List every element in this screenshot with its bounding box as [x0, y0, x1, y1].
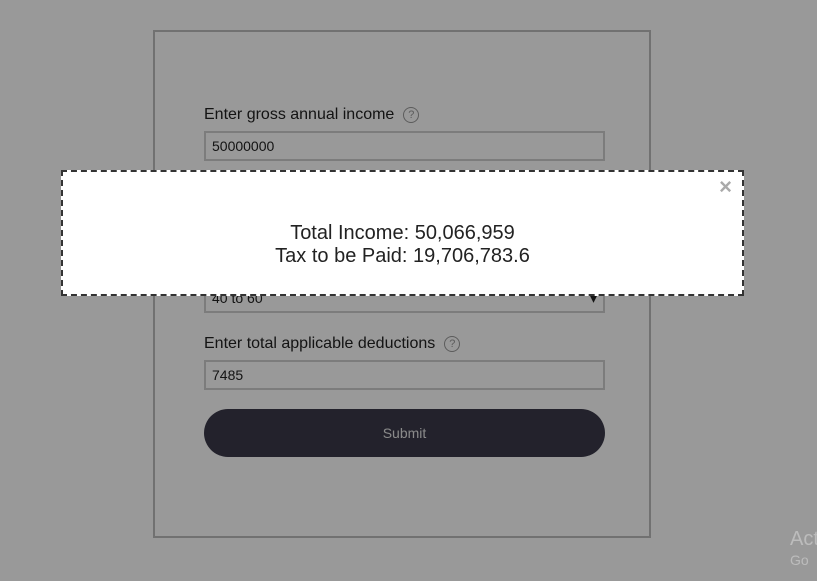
tax-to-be-paid-text: Tax to be Paid: 19,706,783.6 [275, 245, 530, 267]
watermark-line-1: Act [790, 528, 817, 550]
watermark-line-2: Go [790, 552, 809, 568]
activation-watermark: Act Go [790, 528, 817, 570]
close-icon[interactable]: × [719, 176, 732, 198]
result-text: Total Income: 50,066,959 Tax to be Paid:… [63, 222, 742, 268]
result-modal: × Total Income: 50,066,959 Tax to be Pai… [61, 170, 744, 296]
total-income-text: Total Income: 50,066,959 [290, 222, 515, 244]
